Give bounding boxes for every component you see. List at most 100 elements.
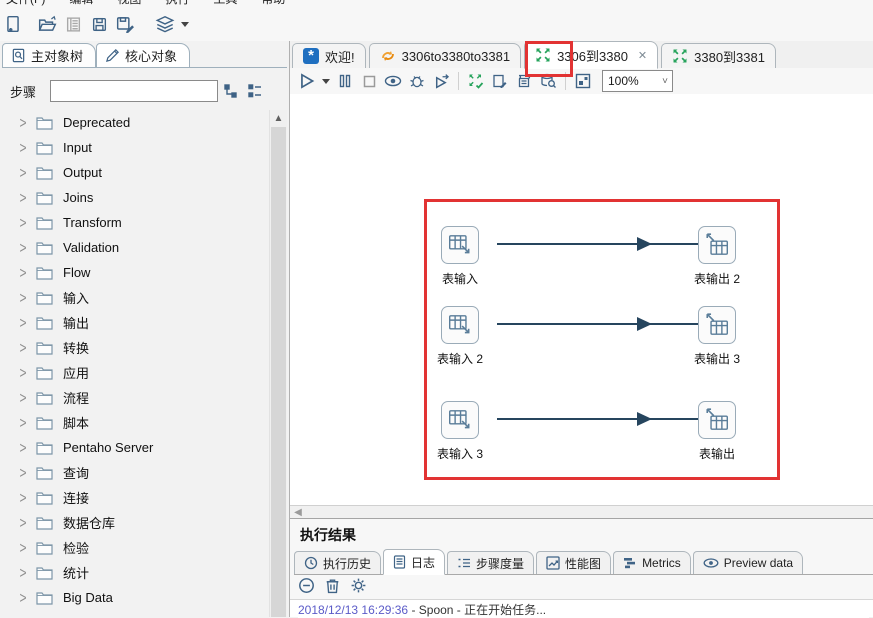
tree-item-output-en[interactable]: >Output xyxy=(2,160,269,185)
run-options-caret-button[interactable] xyxy=(320,70,332,92)
tree-item-flow[interactable]: >Flow xyxy=(2,260,269,285)
step-table-input-3[interactable]: 表输入 3 xyxy=(422,401,498,462)
step-table-input-2[interactable]: 表输入 2 xyxy=(422,306,498,367)
tree-item-input-en[interactable]: >Input xyxy=(2,135,269,160)
tab-welcome[interactable]: * 欢迎! xyxy=(292,43,366,68)
chevron-right-icon[interactable]: > xyxy=(16,538,30,556)
perspectives-caret-button[interactable] xyxy=(178,11,192,37)
tree-item-validation[interactable]: > Validation xyxy=(2,235,269,260)
chevron-right-icon[interactable]: > xyxy=(16,163,30,181)
tab-execution-history[interactable]: 执行历史 xyxy=(294,551,381,574)
left-panel-scrollbar[interactable]: ▲ xyxy=(269,110,287,617)
canvas-h-scrollbar[interactable]: ◀ xyxy=(290,505,873,519)
chevron-right-icon[interactable]: > xyxy=(16,563,30,581)
run-button[interactable] xyxy=(296,70,318,92)
tab-step-metrics[interactable]: 步骤度量 xyxy=(447,551,534,574)
log-settings-gear-icon[interactable] xyxy=(350,577,367,594)
tree-item-partial[interactable]: > xyxy=(2,610,269,617)
explore-repository-button[interactable] xyxy=(60,11,86,37)
tree-item-scripting[interactable]: >脚本 xyxy=(2,410,269,435)
chevron-right-icon[interactable]: > xyxy=(16,363,30,381)
scroll-up-arrow-icon[interactable]: ▲ xyxy=(270,110,287,127)
chevron-right-icon[interactable]: > xyxy=(16,288,30,306)
step-table-output-3[interactable]: 表输出 3 xyxy=(679,306,755,367)
tab-main-object-tree[interactable]: 主对象树 xyxy=(2,43,96,68)
tree-item-process[interactable]: >流程 xyxy=(2,385,269,410)
tree-item-utility[interactable]: >应用 xyxy=(2,360,269,385)
tab-metrics[interactable]: Metrics xyxy=(613,551,691,574)
perspectives-button[interactable] xyxy=(152,11,178,37)
save-as-button[interactable] xyxy=(112,11,138,37)
chevron-right-icon[interactable]: > xyxy=(16,413,30,431)
tree-item-label: Validation xyxy=(63,240,119,255)
open-file-button[interactable] xyxy=(34,11,60,37)
tree-item-joins[interactable]: >Joins xyxy=(2,185,269,210)
tree-item-input-cn[interactable]: >输入 xyxy=(2,285,269,310)
chevron-right-icon[interactable]: > xyxy=(16,513,30,531)
menu-view[interactable]: 视图 xyxy=(117,0,141,7)
chevron-right-icon[interactable]: > xyxy=(16,113,30,131)
chevron-right-icon[interactable]: > xyxy=(16,613,30,617)
scrollbar-thumb[interactable] xyxy=(271,127,286,617)
menu-edit[interactable]: 编辑 xyxy=(69,0,93,7)
chevron-right-icon[interactable]: > xyxy=(16,213,30,231)
chevron-right-icon[interactable]: > xyxy=(16,588,30,606)
collapse-all-icon[interactable] xyxy=(298,577,315,594)
collapse-tree-icon[interactable] xyxy=(247,83,263,99)
menu-help[interactable]: 帮助 xyxy=(261,0,285,7)
tree-item-transform[interactable]: >Transform xyxy=(2,210,269,235)
steps-search-input[interactable] xyxy=(50,80,218,102)
clear-log-trash-icon[interactable] xyxy=(325,577,340,594)
tree-item-label: 统计 xyxy=(63,563,89,582)
preview-button[interactable] xyxy=(382,70,404,92)
chevron-right-icon[interactable]: > xyxy=(16,138,30,156)
step-label: 表输入 xyxy=(442,270,478,287)
step-table-output[interactable]: 表输出 2 xyxy=(679,226,755,287)
expand-tree-icon[interactable] xyxy=(223,83,239,99)
tab-transformation-3380to3381[interactable]: 3380到3381 xyxy=(661,43,776,68)
chevron-right-icon[interactable]: > xyxy=(16,438,30,456)
verify-transformation-button[interactable] xyxy=(465,70,487,92)
tree-item-joins-cn[interactable]: >连接 xyxy=(2,485,269,510)
menu-tools[interactable]: 工具 xyxy=(213,0,237,7)
chevron-right-icon[interactable]: > xyxy=(16,313,30,331)
chevron-right-icon[interactable]: > xyxy=(16,238,30,256)
new-file-button[interactable] xyxy=(0,11,26,37)
tab-logging[interactable]: 日志 xyxy=(383,549,445,575)
chevron-right-icon[interactable]: > xyxy=(16,488,30,506)
menu-file[interactable]: 文件(F) xyxy=(6,0,45,7)
pause-button[interactable] xyxy=(334,70,356,92)
tab-close-icon[interactable]: ✕ xyxy=(638,49,647,62)
tree-item-big-data[interactable]: >Big Data xyxy=(2,585,269,610)
impact-analysis-button[interactable] xyxy=(489,70,511,92)
tab-job-3306to3380to3381[interactable]: 3306to3380to3381 xyxy=(369,43,521,68)
debug-button[interactable] xyxy=(406,70,428,92)
stop-button[interactable] xyxy=(358,70,380,92)
chevron-right-icon[interactable]: > xyxy=(16,463,30,481)
transformation-canvas[interactable]: 表输入 表输出 2 表输入 2 表输出 3 xyxy=(290,94,873,505)
tree-item-validate-cn[interactable]: >检验 xyxy=(2,535,269,560)
tab-performance-graph[interactable]: 性能图 xyxy=(536,551,611,574)
menu-action[interactable]: 执行 xyxy=(165,0,189,7)
save-button[interactable] xyxy=(86,11,112,37)
tree-item-deprecated[interactable]: >Deprecated xyxy=(2,110,269,135)
tree-item-output-cn[interactable]: >输出 xyxy=(2,310,269,335)
tab-core-objects[interactable]: 核心对象 xyxy=(96,43,190,68)
tree-item-pentaho-server[interactable]: >Pentaho Server xyxy=(2,435,269,460)
scroll-left-arrow-icon[interactable]: ◀ xyxy=(290,507,306,518)
step-table-input[interactable]: 表输入 xyxy=(422,226,498,287)
step-table-output-4[interactable]: 表输出 xyxy=(679,401,755,462)
tree-item-lookup[interactable]: >查询 xyxy=(2,460,269,485)
chevron-right-icon[interactable]: > xyxy=(16,338,30,356)
zoom-select[interactable]: 100% ˅ xyxy=(602,70,673,92)
chevron-right-icon[interactable]: > xyxy=(16,188,30,206)
folder-icon xyxy=(36,316,53,330)
chevron-right-icon[interactable]: > xyxy=(16,388,30,406)
replay-button[interactable] xyxy=(430,70,452,92)
tab-preview-data[interactable]: Preview data xyxy=(693,551,803,574)
tree-item-statistics[interactable]: > 统计 xyxy=(2,560,269,585)
show-results-button[interactable] xyxy=(572,70,594,92)
tree-item-convert[interactable]: >转换 xyxy=(2,335,269,360)
chevron-right-icon[interactable]: > xyxy=(16,263,30,281)
tree-item-data-warehouse[interactable]: >数据仓库 xyxy=(2,510,269,535)
